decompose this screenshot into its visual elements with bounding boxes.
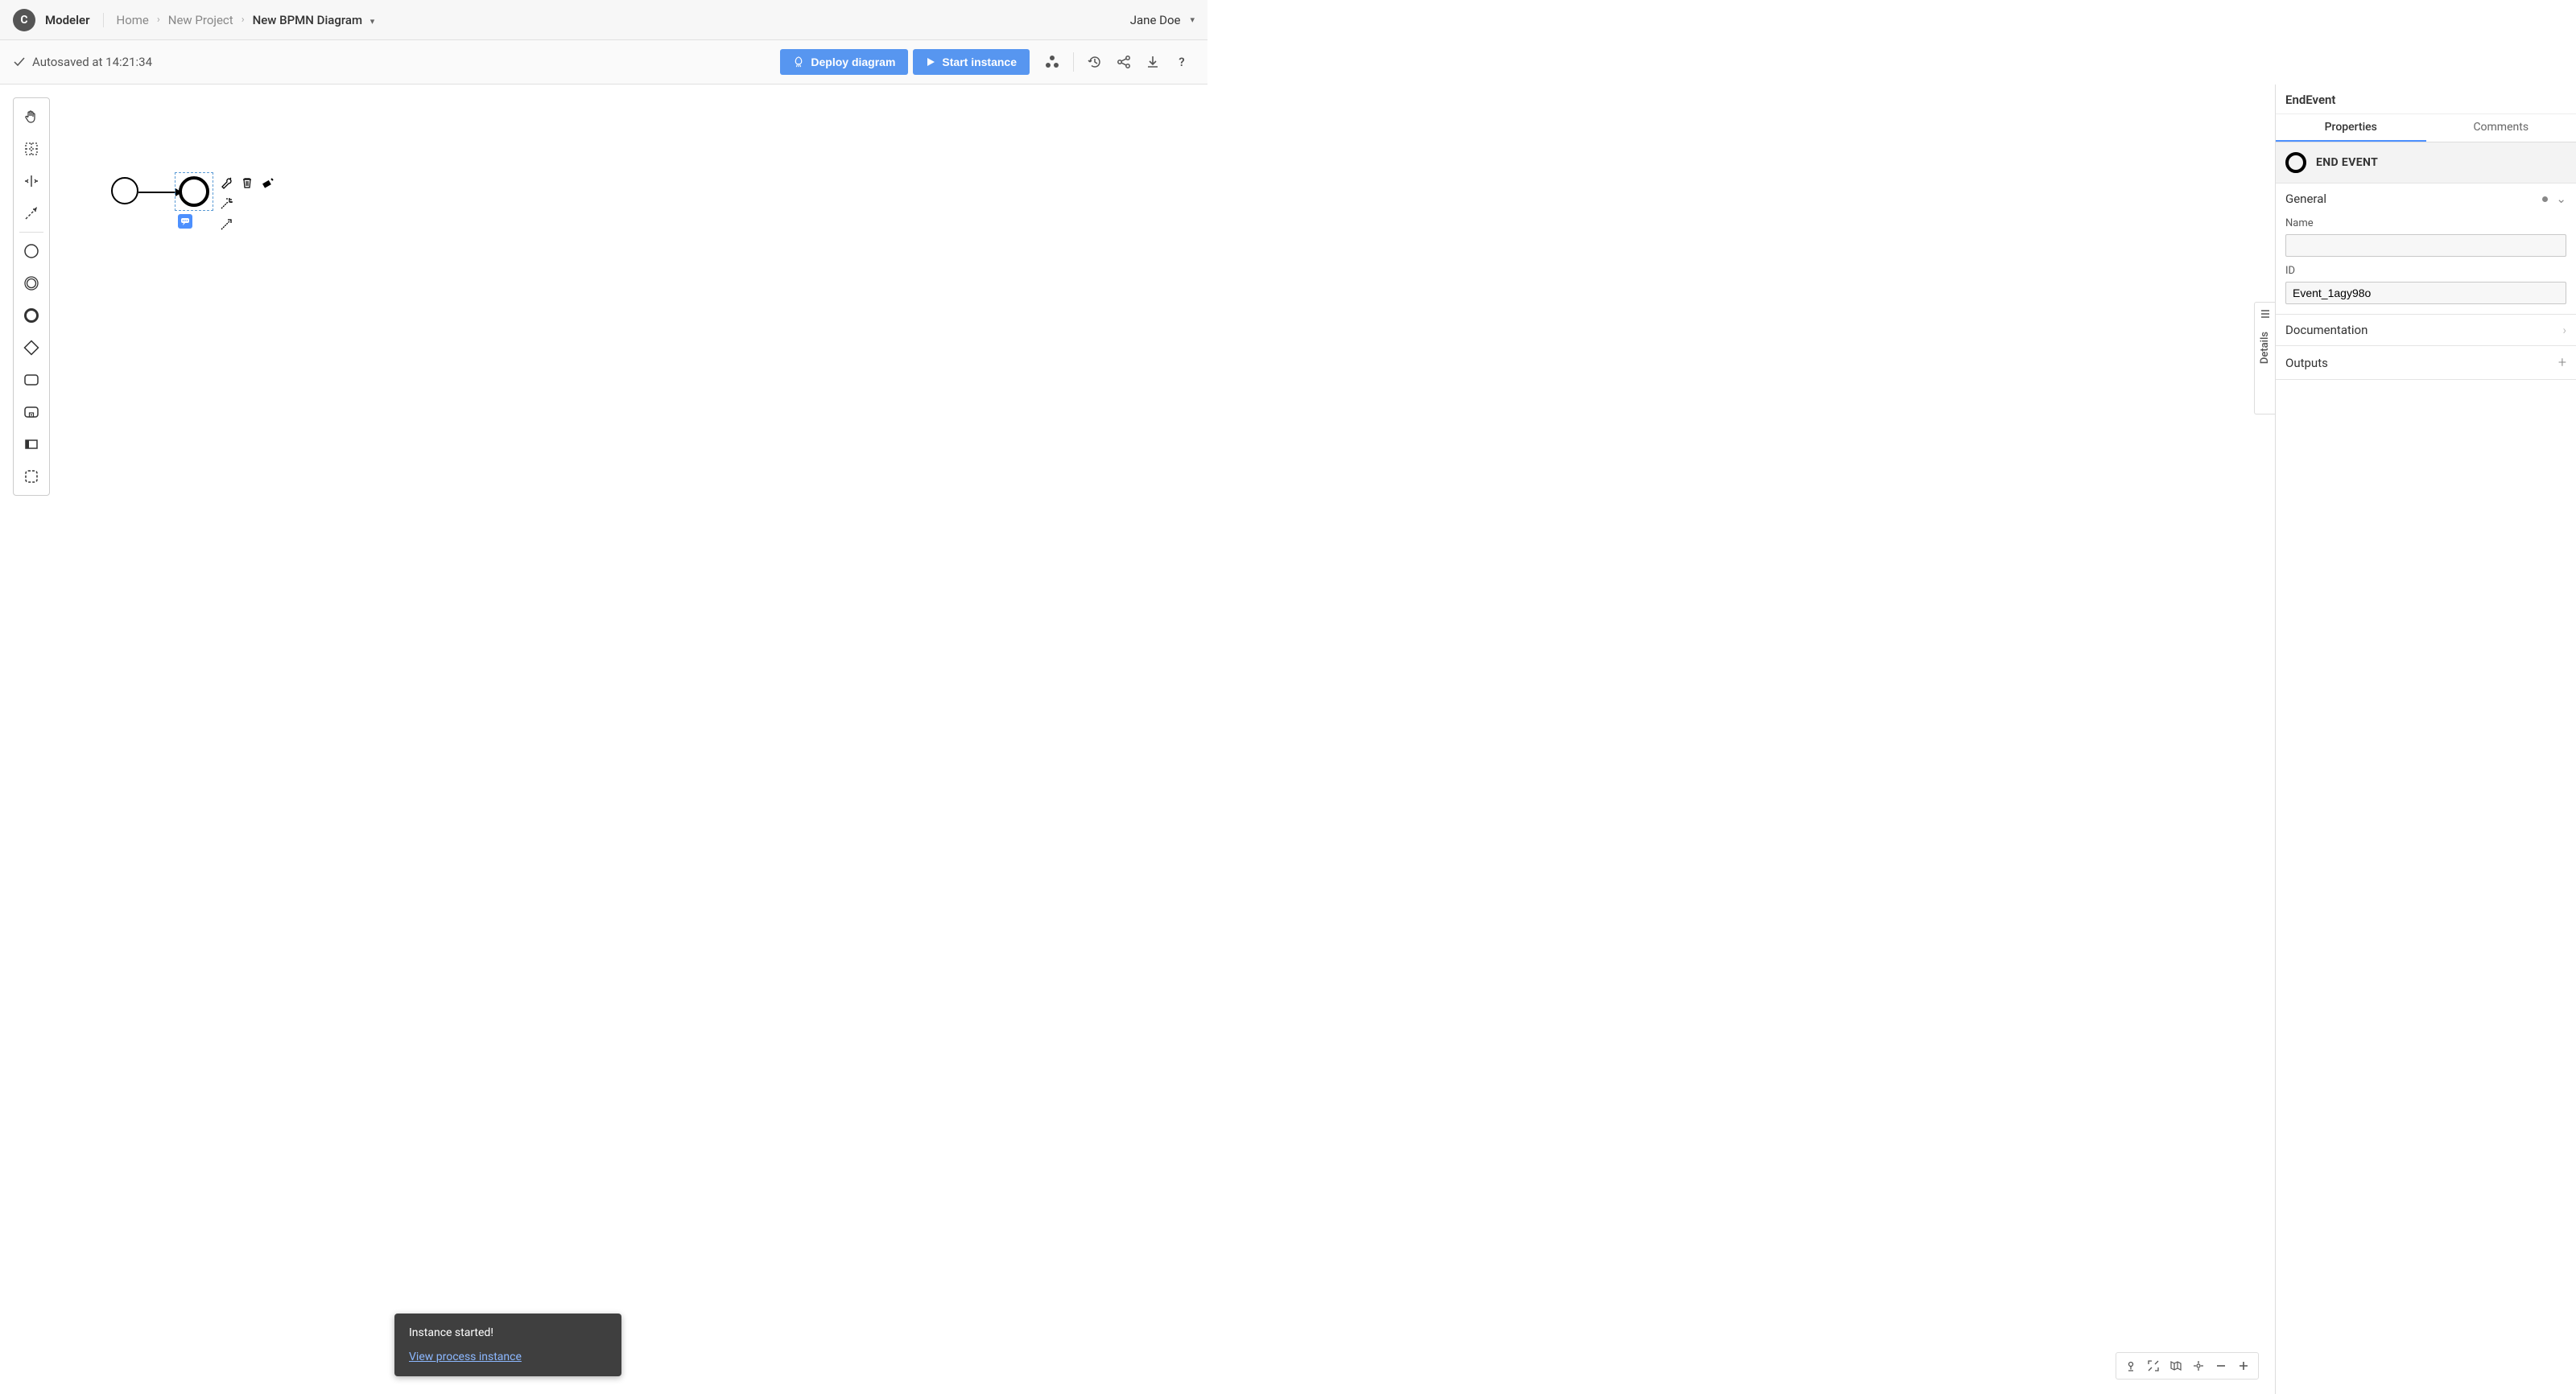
svg-text:?: ?: [1179, 56, 1184, 68]
breadcrumb-diagram[interactable]: New BPMN Diagram ▾: [253, 13, 375, 27]
properties-tabs: Properties Comments: [2276, 114, 2576, 142]
start-instance-button[interactable]: Start instance: [913, 49, 1030, 75]
logo-letter: C: [20, 14, 27, 27]
chevron-down-icon: ▾: [1190, 14, 1195, 25]
toast-view-instance-link[interactable]: View process instance: [409, 1351, 522, 1363]
fullscreen-icon[interactable]: [2144, 1356, 2163, 1375]
group-general: General ⌄ Name ID: [2276, 184, 2576, 315]
tab-properties[interactable]: Properties: [2276, 114, 2426, 142]
minimap-icon[interactable]: [2166, 1356, 2186, 1375]
field-id-input[interactable]: [2285, 282, 2566, 304]
breadcrumb-home[interactable]: Home: [117, 13, 149, 27]
comment-badge-icon[interactable]: [178, 214, 192, 229]
group-tool[interactable]: [16, 461, 47, 492]
properties-type-label: END EVENT: [2316, 156, 2378, 169]
breadcrumb: Home › New Project › New BPMN Diagram ▾: [117, 13, 375, 27]
context-annotation-icon[interactable]: [217, 194, 236, 213]
history-icon[interactable]: [1082, 49, 1108, 75]
user-menu[interactable]: Jane Doe ▾: [1130, 13, 1195, 27]
field-name-label: Name: [2285, 217, 2566, 229]
context-pad: [217, 173, 278, 234]
breadcrumb-project[interactable]: New Project: [168, 13, 233, 27]
breadcrumb-diagram-label: New BPMN Diagram: [253, 13, 362, 27]
action-bar: Autosaved at 14:21:34 Deploy diagram Sta…: [0, 40, 1208, 85]
chevron-right-icon: ›: [157, 14, 160, 26]
center-icon[interactable]: [2189, 1356, 2208, 1375]
deploy-label: Deploy diagram: [811, 56, 895, 68]
tab-comments[interactable]: Comments: [2426, 114, 2576, 142]
app-logo: C: [13, 9, 35, 31]
space-tool[interactable]: [16, 166, 47, 196]
group-outputs-header[interactable]: Outputs +: [2276, 346, 2576, 379]
autosave-status: Autosaved at 14:21:34: [13, 55, 152, 69]
help-icon[interactable]: ?: [1169, 49, 1195, 75]
toast-title: Instance started!: [409, 1326, 607, 1339]
data-object-tool[interactable]: [16, 429, 47, 460]
plus-icon[interactable]: +: [2558, 354, 2566, 371]
group-general-header[interactable]: General ⌄: [2276, 184, 2576, 214]
properties-type-row: END EVENT: [2276, 142, 2576, 184]
toast-notification: Instance started! View process instance: [394, 1314, 621, 1376]
lasso-tool[interactable]: [16, 134, 47, 164]
group-outputs: Outputs +: [2276, 346, 2576, 380]
connect-tool[interactable]: [16, 198, 47, 229]
group-outputs-title: Outputs: [2285, 356, 2558, 370]
details-panel-toggle[interactable]: Details: [2254, 302, 2275, 414]
app-name: Modeler: [45, 13, 104, 27]
end-event-icon: [2285, 152, 2306, 173]
list-icon: [2260, 309, 2271, 319]
hand-tool[interactable]: [16, 101, 47, 132]
chevron-down-icon: ▾: [370, 16, 375, 27]
download-icon[interactable]: [1140, 49, 1166, 75]
group-general-title: General: [2285, 192, 2542, 206]
group-documentation: Documentation ›: [2276, 315, 2576, 346]
check-icon: [13, 56, 26, 68]
intermediate-event-tool[interactable]: [16, 268, 47, 299]
context-connect-icon[interactable]: [217, 215, 236, 234]
end-event-node[interactable]: [179, 176, 209, 207]
rocket-icon: [793, 56, 804, 68]
chevron-down-icon: ⌄: [2556, 192, 2566, 206]
subprocess-tool[interactable]: [16, 397, 47, 427]
task-tool[interactable]: [16, 365, 47, 395]
start-label: Start instance: [942, 56, 1017, 68]
diagram-canvas[interactable]: Details Instance started! View process i…: [0, 85, 2275, 1394]
top-bar: C Modeler Home › New Project › New BPMN …: [0, 0, 1208, 40]
chevron-right-icon: ›: [2562, 323, 2566, 337]
deploy-button[interactable]: Deploy diagram: [780, 49, 908, 75]
share-icon[interactable]: [1111, 49, 1137, 75]
field-name-input[interactable]: [2285, 234, 2566, 257]
end-event-tool[interactable]: [16, 300, 47, 331]
start-event-tool[interactable]: [16, 236, 47, 266]
tool-palette: [13, 97, 50, 496]
reset-viewport-icon[interactable]: [2121, 1356, 2140, 1375]
zoom-in-button[interactable]: [2234, 1356, 2253, 1375]
details-label: Details: [2259, 332, 2271, 364]
chevron-right-icon: ›: [242, 14, 245, 26]
gateway-tool[interactable]: [16, 332, 47, 363]
main-area: Details Instance started! View process i…: [0, 85, 2576, 1394]
user-name: Jane Doe: [1130, 13, 1181, 27]
context-color-icon[interactable]: [258, 173, 278, 192]
context-wrench-icon[interactable]: [217, 173, 236, 192]
group-documentation-title: Documentation: [2285, 323, 2562, 337]
zoom-controls: [2116, 1352, 2259, 1380]
group-documentation-header[interactable]: Documentation ›: [2276, 315, 2576, 345]
status-dot-icon: [2542, 196, 2548, 202]
properties-panel: EndEvent Properties Comments END EVENT G…: [2275, 85, 2576, 1394]
autosave-text: Autosaved at 14:21:34: [32, 55, 152, 69]
zoom-out-button[interactable]: [2211, 1356, 2231, 1375]
start-event-node[interactable]: [111, 177, 138, 204]
field-id-label: ID: [2285, 265, 2566, 277]
properties-element-type: EndEvent: [2276, 85, 2576, 114]
play-icon: [926, 57, 935, 67]
cluster-icon[interactable]: [1039, 49, 1065, 75]
context-delete-icon[interactable]: [237, 173, 257, 192]
